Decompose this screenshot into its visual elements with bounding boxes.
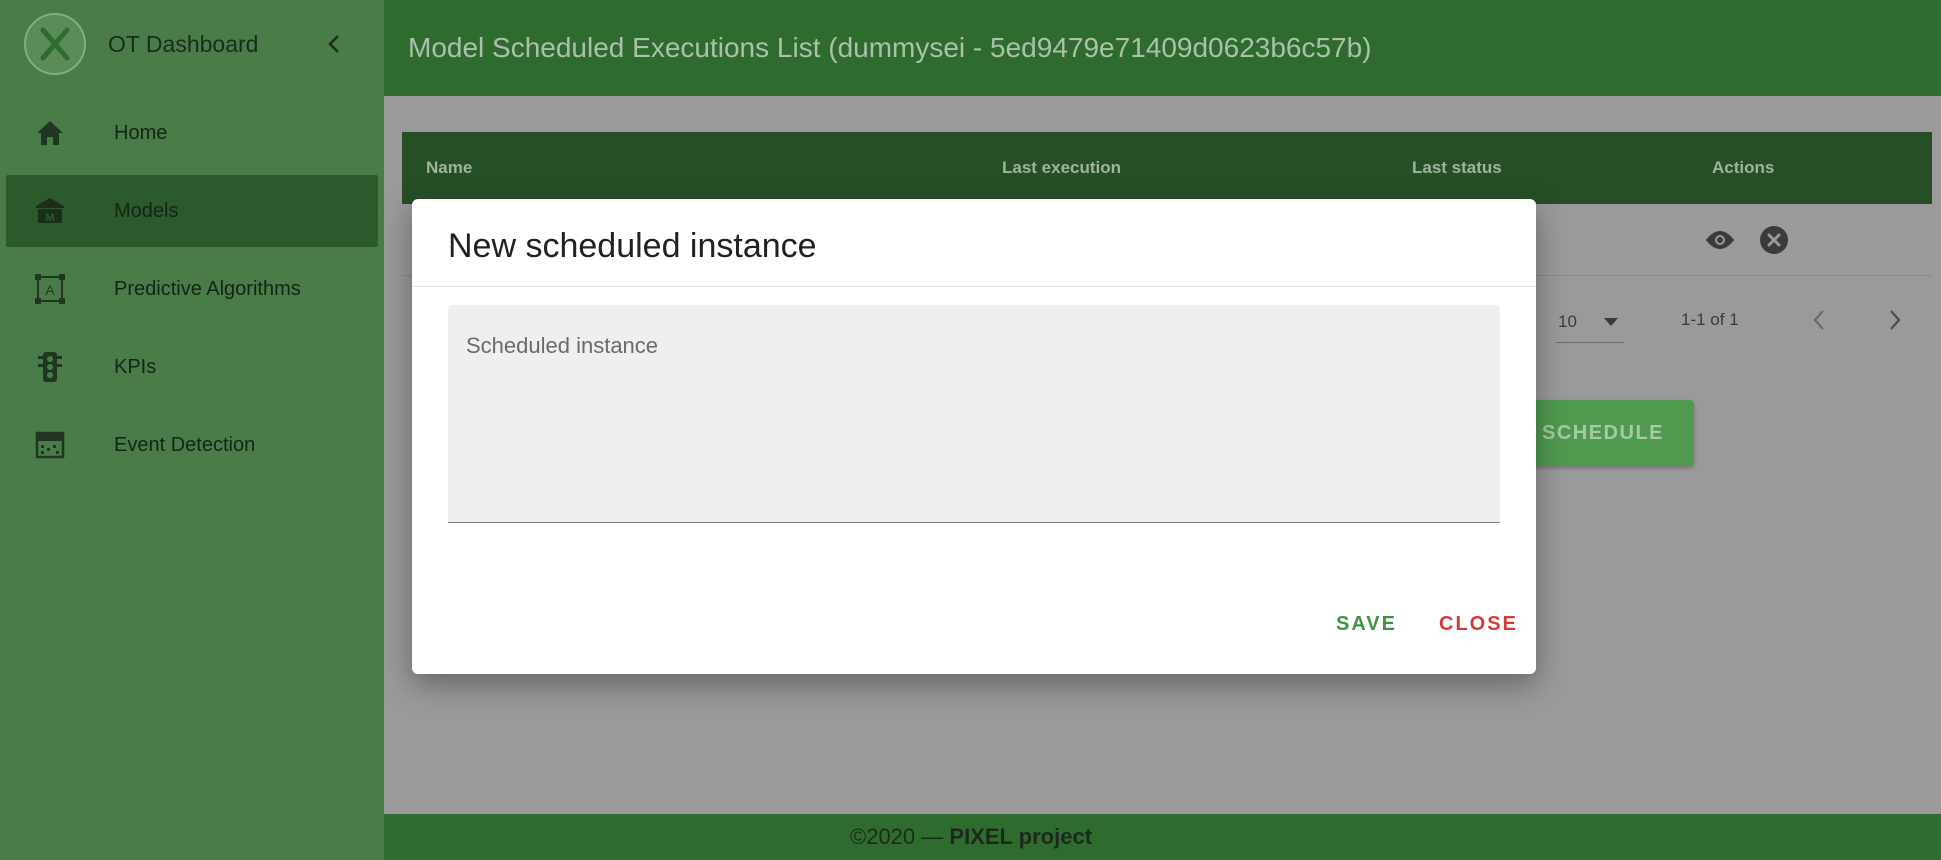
dialog-title: New scheduled instance	[448, 227, 817, 265]
footer-project: PIXEL project	[949, 824, 1093, 849]
sidebar-item-label: Predictive Algorithms	[114, 277, 301, 300]
sidebar-item-predictive-algorithms[interactable]: A Predictive Algorithms	[6, 253, 378, 325]
sidebar-item-models[interactable]: M Models	[6, 175, 378, 247]
rows-per-page-select[interactable]: 10	[1556, 301, 1624, 343]
scheduled-instance-field	[448, 305, 1500, 523]
sidebar-item-event-detection[interactable]: Event Detection	[6, 409, 378, 481]
pagination-range: 1-1 of 1	[1681, 310, 1739, 329]
home-icon	[32, 115, 68, 151]
sidebar-item-home[interactable]: Home	[6, 97, 378, 169]
traffic-light-icon	[32, 349, 68, 385]
next-page-icon[interactable]	[1888, 296, 1902, 344]
event-detection-icon	[32, 427, 68, 463]
svg-text:M: M	[45, 212, 54, 224]
column-header-name[interactable]: Name	[426, 132, 472, 204]
sidebar-item-label: KPIs	[114, 355, 157, 378]
sidebar-item-kpis[interactable]: KPIs	[6, 331, 378, 403]
column-header-last-execution[interactable]: Last execution	[1002, 132, 1121, 204]
svg-text:A: A	[45, 282, 55, 298]
sidebar: OT Dashboard Home M Models A Predictive …	[0, 0, 384, 860]
previous-page-icon[interactable]	[1812, 296, 1826, 344]
footer: ©2020 — PIXEL project	[384, 814, 1941, 860]
table-header: Name Last execution Last status Actions	[402, 132, 1932, 204]
eye-icon[interactable]	[1702, 222, 1738, 258]
save-button[interactable]: SAVE	[1336, 613, 1397, 636]
sidebar-item-label: Event Detection	[114, 433, 256, 456]
column-header-last-status[interactable]: Last status	[1412, 132, 1502, 204]
sidebar-nav: Home M Models A Predictive Algorithms KP…	[0, 97, 384, 481]
sidebar-item-label: Home	[114, 121, 168, 144]
app-title: OT Dashboard	[108, 30, 259, 57]
top-bar: Model Scheduled Executions List (dummyse…	[384, 0, 1941, 96]
column-header-actions: Actions	[1712, 158, 1775, 177]
delete-icon[interactable]	[1756, 222, 1792, 258]
app-logo	[24, 13, 86, 75]
new-scheduled-instance-dialog: New scheduled instance SAVE CLOSE	[412, 199, 1536, 674]
rows-per-page-value: 10	[1558, 311, 1577, 331]
page-title: Model Scheduled Executions List (dummyse…	[408, 32, 1372, 63]
sidebar-header: OT Dashboard	[0, 0, 384, 88]
dropdown-arrow-icon	[1604, 318, 1618, 326]
close-button[interactable]: CLOSE	[1439, 613, 1518, 636]
footer-text: ©2020 — PIXEL project	[850, 824, 1092, 850]
sidebar-item-label: Models	[114, 199, 179, 222]
footer-copyright: ©2020 —	[850, 824, 950, 849]
predictive-algorithms-icon: A	[32, 271, 68, 307]
collapse-sidebar-icon[interactable]	[320, 30, 348, 58]
scheduled-instance-textarea[interactable]	[448, 305, 1500, 522]
dialog-divider	[412, 286, 1536, 287]
models-icon: M	[32, 193, 68, 229]
